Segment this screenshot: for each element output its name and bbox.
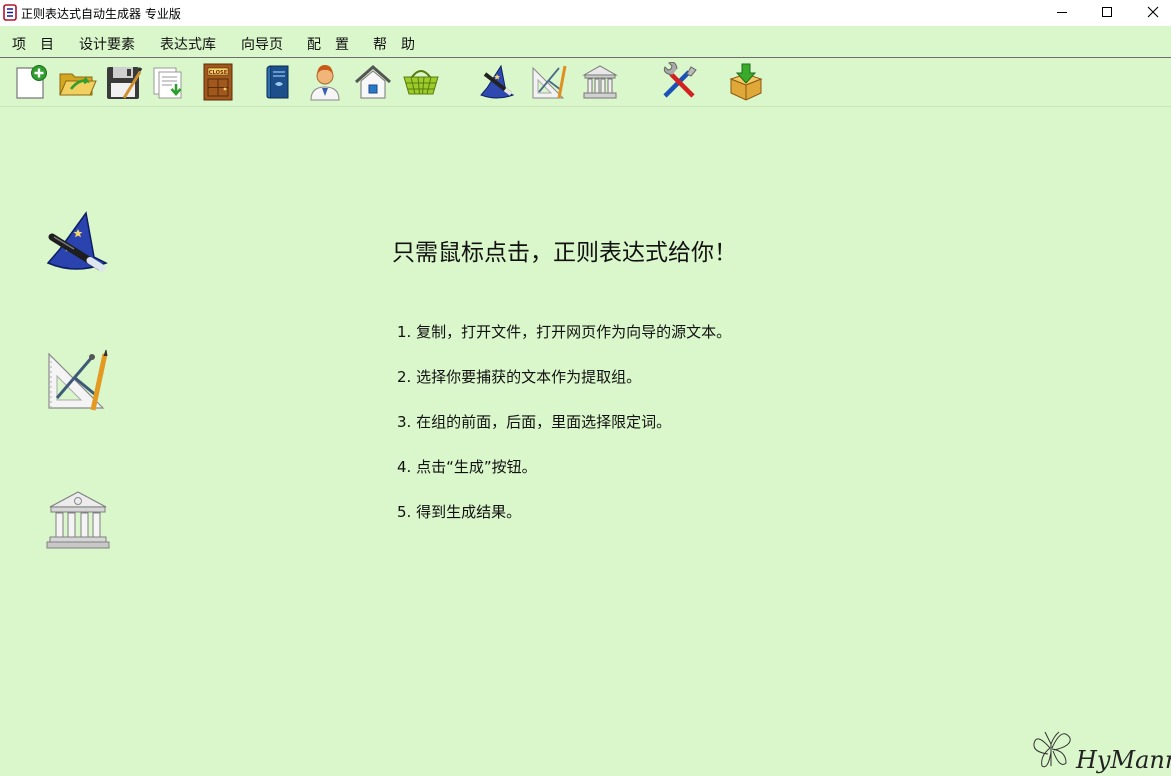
svg-text:HyMann: HyMann <box>1075 746 1171 774</box>
basket-button[interactable] <box>401 62 441 102</box>
menu-wizard[interactable]: 向导页 <box>241 34 283 54</box>
headline: 只需鼠标点击，正则表达式给你！ <box>392 240 737 266</box>
open-folder-button[interactable] <box>57 62 97 102</box>
menu-design-elements[interactable]: 设计要素 <box>79 34 135 54</box>
minimize-button[interactable] <box>1039 0 1085 26</box>
step-5: 5. 得到生成结果。 <box>397 503 522 521</box>
menu-config[interactable]: 配 置 <box>307 34 349 54</box>
close-icon <box>1147 6 1159 18</box>
step-3: 3. 在组的前面，后面，里面选择限定词。 <box>397 413 672 431</box>
window-title: 正则表达式自动生成器 专业版 <box>21 7 181 21</box>
menu-bar: 项 目 设计要素 表达式库 向导页 配 置 帮 助 <box>0 26 1171 58</box>
menu-help[interactable]: 帮 助 <box>373 34 415 54</box>
design-tools-side-icon[interactable] <box>45 348 111 414</box>
save-icon <box>107 67 143 99</box>
book-button[interactable] <box>259 62 299 102</box>
save-button[interactable] <box>104 62 144 102</box>
butterfly-icon: HyMann <box>1033 731 1171 774</box>
basket-icon <box>403 70 439 95</box>
app-icon <box>3 4 17 21</box>
wizard-icon <box>46 211 108 272</box>
library-button[interactable] <box>580 62 620 102</box>
book-icon <box>266 65 289 99</box>
design-tools-icon <box>532 65 567 99</box>
document-import-button[interactable] <box>150 62 190 102</box>
download-box-icon <box>729 63 763 101</box>
close-door-icon: CLOSE <box>203 63 233 101</box>
step-1: 1. 复制，打开文件，打开网页作为向导的源文本。 <box>397 323 732 341</box>
design-tools-button[interactable] <box>529 62 569 102</box>
download-box-button[interactable] <box>726 62 766 102</box>
wizard-side-icon[interactable] <box>44 211 110 277</box>
wizard-button[interactable] <box>477 62 517 102</box>
menu-project[interactable]: 项 目 <box>12 34 54 54</box>
home-icon <box>355 64 391 99</box>
user-icon <box>310 65 340 101</box>
step-2: 2. 选择你要捕获的文本作为提取组。 <box>397 368 642 386</box>
user-button[interactable] <box>305 62 345 102</box>
design-tools-icon <box>48 349 108 411</box>
tools-icon <box>663 62 697 98</box>
minimize-icon <box>1057 12 1067 13</box>
maximize-icon <box>1102 7 1112 17</box>
tools-button[interactable] <box>659 62 699 102</box>
home-button[interactable] <box>353 62 393 102</box>
close-button[interactable] <box>1130 0 1171 26</box>
menu-expression-library[interactable]: 表达式库 <box>160 34 216 54</box>
open-folder-icon <box>59 73 97 96</box>
maximize-button[interactable] <box>1084 0 1130 26</box>
library-icon <box>46 491 110 549</box>
signature-logo: HyMann <box>1030 728 1171 776</box>
wizard-icon <box>480 64 515 99</box>
new-file-icon <box>16 65 47 99</box>
svg-text:CLOSE: CLOSE <box>209 70 228 76</box>
toolbar: CLOSE <box>0 58 1171 107</box>
new-file-button[interactable] <box>11 62 51 102</box>
library-icon <box>582 65 618 99</box>
close-door-button[interactable]: CLOSE <box>198 62 238 102</box>
step-4: 4. 点击“生成”按钮。 <box>397 458 537 476</box>
document-import-icon <box>153 67 182 99</box>
title-bar: 正则表达式自动生成器 专业版 <box>0 0 1171 26</box>
library-side-icon[interactable] <box>45 487 111 553</box>
